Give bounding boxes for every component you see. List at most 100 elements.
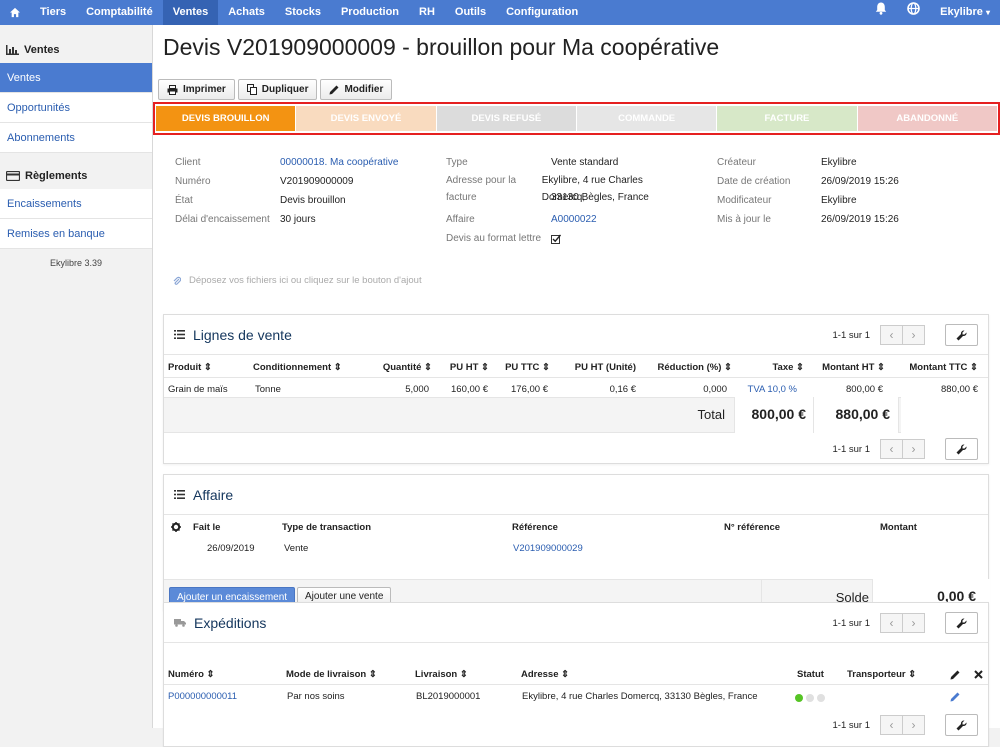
col-adresse[interactable]: Adresse ⇕ [521,669,569,680]
edit-button[interactable]: Modifier [320,79,393,100]
stage-abandonne[interactable]: ABANDONNÉ [857,106,997,131]
sidebar-item-abonnements[interactable]: Abonnements [0,123,152,153]
user-menu[interactable]: Ekylibre ▾ [930,0,1000,25]
stage-devis-envoye[interactable]: DEVIS ENVOYÉ [296,106,436,131]
col-livraison[interactable]: Livraison ⇕ [415,669,468,680]
col-pu-ttc[interactable]: PU TTC ⇕ [505,362,550,373]
nav-stocks[interactable]: Stocks [275,0,331,25]
pager-text: 1-1 sur 1 [832,617,871,629]
col-montant-ttc[interactable]: Montant TTC ⇕ [909,362,978,373]
nav-production[interactable]: Production [331,0,409,25]
next-page-button[interactable]: › [902,325,925,345]
col-transporteur[interactable]: Transporteur ⇕ [847,669,916,680]
expeditions-pager-bottom: 1-1 sur 1 ‹ › [833,714,978,736]
print-label: Imprimer [183,84,226,95]
close-icon[interactable] [974,670,983,682]
prev-page-button[interactable]: ‹ [880,613,903,633]
reference-link[interactable]: V201909000029 [513,543,583,554]
col-taxe[interactable]: Taxe ⇕ [772,362,804,373]
credit-card-icon [6,171,20,181]
expeditions-header: Expéditions 1-1 sur 1 ‹ › [164,603,988,643]
tax-link[interactable]: TVA 10,0 % [748,384,797,395]
address-label: Adresse pour la facture [446,175,517,203]
createur-value: Ekylibre [821,157,857,168]
stage-devis-refuse[interactable]: DEVIS REFUSÉ [436,106,576,131]
sidebar-section-reglements: Règlements [0,163,152,189]
home-icon[interactable] [0,0,30,25]
cell-livraison: BL2019000001 [416,691,481,702]
settings-button[interactable] [945,438,978,460]
wrench-icon [956,329,967,340]
sidebar-item-opportunites[interactable]: Opportunités [0,93,152,123]
cell-produit: Grain de maïs [168,384,228,395]
chevron-left-icon: ‹ [889,616,894,630]
nav-comptabilite[interactable]: Comptabilité [76,0,163,25]
nav-configuration[interactable]: Configuration [496,0,588,25]
settings-button[interactable] [945,714,978,736]
col-produit[interactable]: Produit ⇕ [168,362,212,373]
expedition-number-link[interactable]: P000000000011 [168,691,237,702]
lignes-panel: Lignes de vente 1-1 sur 1 ‹ › Produit ⇕ … [163,314,989,464]
col-montant: Montant [880,522,917,533]
affaire-link[interactable]: A0000022 [551,210,597,229]
prev-page-button[interactable]: ‹ [880,439,903,459]
settings-button[interactable] [945,324,978,346]
copy-icon [246,84,257,95]
gear-icon[interactable] [171,522,181,535]
globe-icon[interactable] [897,0,930,25]
file-dropzone[interactable]: Déposez vos fichiers ici ou cliquez sur … [173,275,422,286]
nav-ventes[interactable]: Ventes [162,0,219,25]
pager-text: 1-1 sur 1 [832,329,871,341]
mis-a-jour-label: Mis à jour le [717,214,771,225]
settings-button[interactable] [945,612,978,634]
bell-icon[interactable] [865,0,897,25]
col-conditionnement[interactable]: Conditionnement ⇕ [253,362,342,373]
expeditions-title: Expéditions [194,614,267,631]
col-numero[interactable]: Numéro ⇕ [168,669,215,680]
paperclip-icon [173,276,181,285]
sidebar: Ventes Ventes Opportunités Abonnements R… [0,25,153,728]
col-montant-ht[interactable]: Montant HT ⇕ [822,362,885,373]
type-value: Vente standard [551,157,619,168]
nav-achats[interactable]: Achats [218,0,275,25]
stage-devis-brouillon[interactable]: DEVIS BROUILLON [156,106,296,131]
col-quantite[interactable]: Quantité ⇕ [383,362,432,373]
nav-tiers[interactable]: Tiers [30,0,76,25]
next-page-button[interactable]: › [902,715,925,735]
next-page-button[interactable]: › [902,613,925,633]
sidebar-item-ventes[interactable]: Ventes [0,63,152,93]
stage-facture[interactable]: FACTURE [717,106,857,131]
sidebar-item-encaissements[interactable]: Encaissements [0,189,152,219]
col-statut: Statut [797,669,824,680]
next-page-button[interactable]: › [902,439,925,459]
client-link[interactable]: 00000018. Ma coopérative [280,153,398,172]
total-ht-value: 800,00 € [751,406,807,422]
address-line-2: 33130 Bègles, France [551,192,649,203]
affaire-title: Affaire [193,486,234,503]
col-numero-reference: N° référence [724,522,781,533]
cell-type: Vente [284,543,309,554]
nav-rh[interactable]: RH [409,0,445,25]
col-pu-ht[interactable]: PU HT ⇕ [450,362,489,373]
total-label: Total [697,407,725,422]
col-mode-livraison[interactable]: Mode de livraison ⇕ [286,669,377,680]
wrench-icon [956,443,967,454]
prev-page-button[interactable]: ‹ [880,325,903,345]
pencil-icon[interactable] [950,670,960,683]
sidebar-item-remises[interactable]: Remises en banque [0,219,152,249]
numero-label: Numéro [175,176,211,187]
nav-outils[interactable]: Outils [445,0,496,25]
type-label: Type [446,157,468,168]
sidebar-section-label: Ventes [24,44,60,56]
prev-page-button[interactable]: ‹ [880,715,903,735]
printer-icon [167,84,178,95]
print-button[interactable]: Imprimer [158,79,235,100]
col-reduction[interactable]: Réduction (%) ⇕ [658,362,732,373]
duplicate-button[interactable]: Dupliquer [237,79,318,100]
status-lights [795,694,825,702]
cell-montant-ht: 800,00 € [846,384,883,395]
truck-icon [174,619,186,627]
edit-row-icon[interactable] [950,692,960,705]
check-icon [551,229,561,248]
stage-commande[interactable]: COMMANDE [576,106,717,131]
